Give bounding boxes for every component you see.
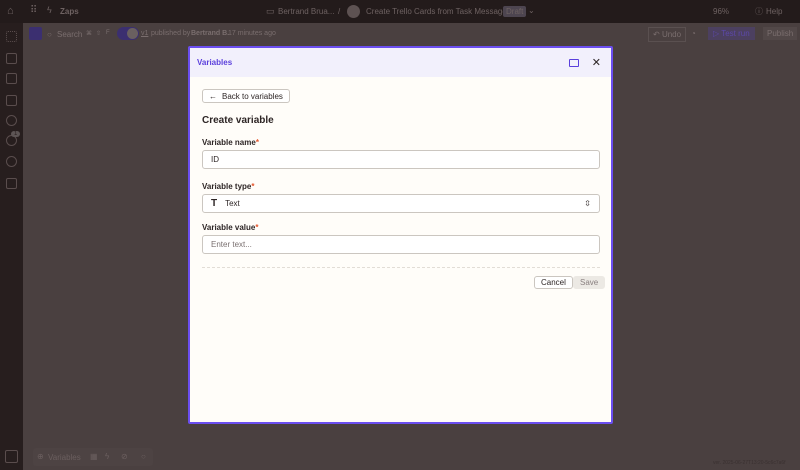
back-label: Back to variables: [222, 91, 283, 101]
bolt-icon[interactable]: ϟ: [105, 452, 109, 461]
comment-icon[interactable]: [6, 73, 17, 84]
test-run-label: Test run: [721, 29, 750, 38]
variable-name-input[interactable]: ID: [202, 150, 600, 169]
build-version: ver. 2025-06-27T13:20-5c6c7a6f: [713, 460, 786, 466]
variables-button[interactable]: Variables: [48, 453, 81, 462]
undo-label: Undo: [661, 30, 682, 39]
arrow-left-icon: ←: [209, 91, 217, 101]
notification-badge: 1: [11, 131, 21, 137]
back-arrow-icon[interactable]: [29, 27, 42, 40]
zap-icon: [347, 5, 360, 18]
modal-title: Variables: [197, 58, 233, 67]
help-menu[interactable]: Help: [766, 7, 782, 16]
folder-link[interactable]: Bertrand Brua...: [278, 7, 334, 16]
modal-header: Variables ✕: [190, 48, 611, 77]
help-icon: ⓘ: [755, 7, 763, 16]
shortcut-key: F: [106, 30, 110, 36]
back-to-variables-button[interactable]: ← Back to variables: [202, 89, 290, 103]
zaps-link[interactable]: Zaps: [60, 7, 79, 16]
published-by: Bertrand B.: [191, 30, 230, 37]
version-link[interactable]: v1: [141, 30, 148, 37]
published-text: published by: [151, 30, 191, 37]
history-icon[interactable]: [6, 115, 17, 126]
variable-name-label: Variable name*: [202, 138, 259, 147]
published-time: 17 minutes ago: [228, 30, 276, 37]
variable-value-label: Variable value*: [202, 223, 259, 232]
zoom-select[interactable]: 96%: [713, 7, 729, 16]
apps-grid-icon[interactable]: ⠿: [30, 5, 37, 16]
variable-type-select[interactable]: T Text ⇳: [202, 194, 600, 213]
publish-toggle[interactable]: [117, 27, 139, 40]
variable-value-input[interactable]: Enter text...: [202, 235, 600, 254]
page-title: Create variable: [202, 115, 274, 126]
add-step-icon[interactable]: ▦: [90, 452, 98, 461]
folder-icon: ▭: [266, 6, 275, 16]
bolt-icon: ϟ: [47, 5, 52, 15]
chevron-down-icon[interactable]: ⌄: [528, 6, 535, 15]
cancel-button[interactable]: Cancel: [534, 276, 573, 289]
undo-button[interactable]: ↶ Undo: [648, 27, 687, 42]
status-badge: Draft: [503, 6, 527, 17]
chevron-up-down-icon: ⇳: [584, 199, 591, 208]
publish-button[interactable]: Publish: [763, 27, 798, 40]
divider: [202, 267, 600, 268]
variable-value-placeholder: Enter text...: [211, 240, 252, 249]
variable-name-value: ID: [211, 155, 219, 164]
ai-assistant-icon[interactable]: [5, 450, 18, 463]
variable-type-label: Variable type*: [202, 182, 255, 191]
left-sidebar: 1: [0, 23, 23, 470]
editor-toolbar: ○ Search ⌘ ⇧ F v1 published by Bertrand …: [23, 23, 800, 45]
settings-icon[interactable]: [6, 156, 17, 167]
search-icon: ○: [47, 30, 52, 39]
zap-title[interactable]: Create Trello Cards from Task Messages: [366, 7, 511, 16]
history-icon[interactable]: ◔: [691, 29, 696, 38]
shortcut-key: ⇧: [96, 31, 102, 37]
save-button[interactable]: Save: [573, 276, 606, 289]
zoom-icon[interactable]: ⊘: [121, 452, 128, 461]
test-run-button[interactable]: ▷ Test run: [708, 27, 755, 40]
bottom-toolbar: ⊕ Variables ▦ ϟ ⊘ ○: [33, 448, 153, 466]
text-type-icon: T: [211, 198, 218, 209]
side-panel-icon[interactable]: [568, 58, 579, 67]
close-icon[interactable]: ✕: [592, 56, 601, 69]
variables-modal: Variables ✕ ← Back to variables Create v…: [188, 46, 613, 424]
apps-icon[interactable]: [6, 31, 17, 42]
globe-icon: ⊕: [37, 452, 44, 461]
calendar-icon[interactable]: [6, 95, 17, 106]
layers-icon[interactable]: [6, 178, 17, 189]
home-icon[interactable]: ⌂: [7, 5, 14, 17]
file-icon[interactable]: [6, 53, 17, 64]
variable-type-value: Text: [225, 199, 240, 208]
search-button[interactable]: Search: [57, 30, 82, 39]
comment-icon[interactable]: ○: [141, 452, 146, 461]
breadcrumb-separator: /: [338, 7, 341, 16]
shortcut-key: ⌘: [86, 31, 92, 37]
top-bar: ⌂ ⠿ ϟ Zaps ▭ Bertrand Brua... / Create T…: [0, 0, 800, 23]
